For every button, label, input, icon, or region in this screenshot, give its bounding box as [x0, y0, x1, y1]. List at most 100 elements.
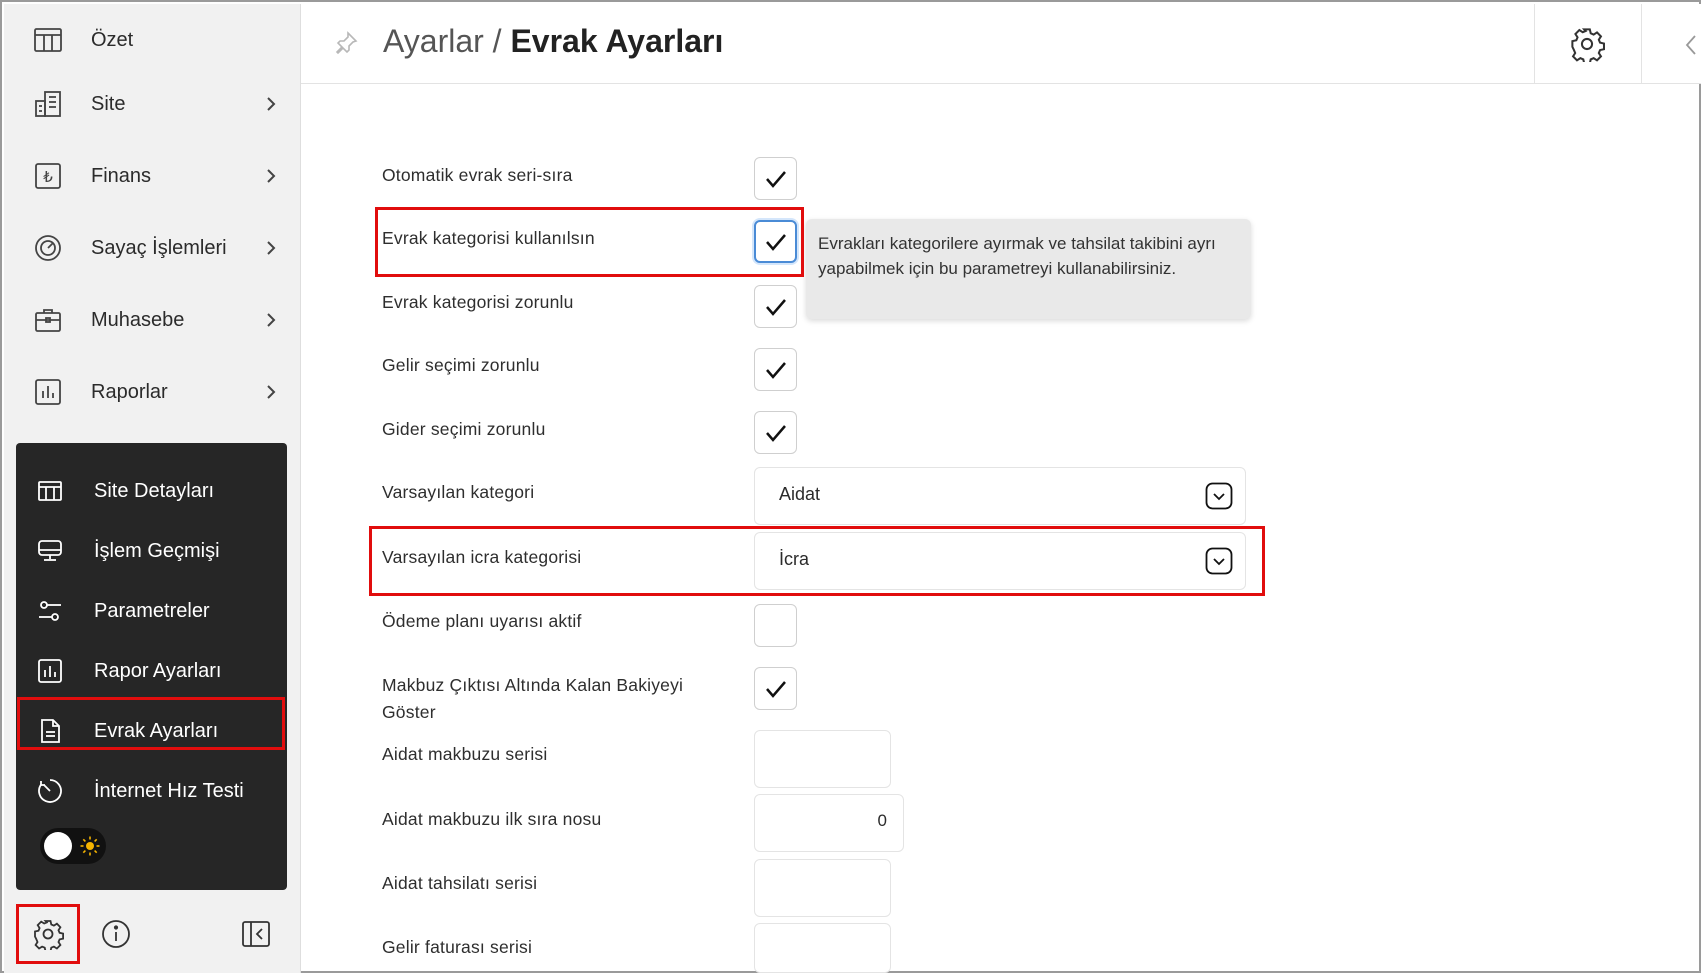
sidebar-bottom-bar: [4, 902, 301, 972]
sidebar-item-raporlar[interactable]: Raporlar: [4, 356, 301, 428]
submenu-item-rapor-ayarlari[interactable]: Rapor Ayarları: [16, 643, 287, 699]
page-header: Ayarlar / Evrak Ayarları: [301, 4, 1701, 84]
sidebar-item-label: Özet: [91, 28, 134, 51]
select-varsayilan-icra-kategorisi[interactable]: İcra: [754, 532, 1246, 590]
building-icon: [32, 88, 64, 120]
lira-icon: ₺: [32, 160, 64, 192]
submenu-item-label: Evrak Ayarları: [94, 719, 219, 742]
sidebar-item-label: Finans: [91, 164, 152, 187]
submenu-item-label: Site Detayları: [94, 479, 215, 502]
row-label: Aidat makbuzu ilk sıra nosu: [382, 809, 602, 829]
checkbox-makbuz-kalan-bakiye-goster[interactable]: [754, 667, 797, 710]
breadcrumb-current: Evrak Ayarları: [510, 23, 724, 59]
chevron-down-icon: [1205, 547, 1233, 575]
document-icon: [36, 717, 64, 745]
chevron-down-icon: [1205, 482, 1233, 510]
submenu-item-label: Rapor Ayarları: [94, 659, 222, 682]
row-label: Otomatik evrak seri-sıra: [382, 165, 573, 185]
briefcase-icon: [32, 304, 64, 336]
sidebar-item-finans[interactable]: ₺ Finans: [4, 140, 301, 212]
sidebar: Özet Site ₺ Finans Sayaç İşlemleri Muhas…: [4, 4, 301, 973]
bar-chart-icon: [36, 657, 64, 685]
chevron-left-icon[interactable]: [1681, 30, 1701, 60]
header-divider: [1641, 4, 1642, 84]
settings-submenu: Site Detayları İşlem Geçmişi Parametrele…: [16, 443, 287, 890]
toggle-knob: [44, 832, 72, 860]
submenu-item-parametreler[interactable]: Parametreler: [16, 583, 287, 639]
sidebar-item-label: Site: [91, 92, 126, 115]
checkbox-gelir-secimi-zorunlu[interactable]: [754, 348, 797, 391]
submenu-item-label: İnternet Hız Testi: [94, 779, 244, 802]
check-icon: [765, 233, 786, 251]
sidebar-item-label: Raporlar: [91, 380, 168, 403]
row-label: Gelir faturası serisi: [382, 937, 533, 957]
row-label: Aidat makbuzu serisi: [382, 744, 548, 764]
input-aidat-tahsilati-serisi[interactable]: [754, 859, 891, 917]
row-label: Gelir seçimi zorunlu: [382, 355, 540, 375]
bar-chart-icon: [32, 376, 64, 408]
sidebar-item-muhasebe[interactable]: Muhasebe: [4, 284, 301, 356]
header-gear-icon[interactable]: [1569, 26, 1605, 62]
check-icon: [765, 170, 786, 188]
table-icon: [36, 477, 64, 505]
info-button[interactable]: [94, 912, 138, 956]
row-label: Gider seçimi zorunlu: [382, 419, 546, 439]
submenu-item-islem-gecmisi[interactable]: İşlem Geçmişi: [16, 523, 287, 579]
settings-button[interactable]: [26, 912, 70, 956]
chevron-right-icon: [267, 385, 276, 399]
app-window: Özet Site ₺ Finans Sayaç İşlemleri Muhas…: [0, 0, 1701, 973]
select-varsayilan-kategori[interactable]: Aidat: [754, 467, 1246, 525]
select-value: Aidat: [779, 484, 821, 504]
check-icon: [765, 361, 786, 379]
pin-icon[interactable]: [333, 30, 359, 56]
row-label: Evrak kategorisi kullanılsın: [382, 228, 595, 248]
collapse-sidebar-button[interactable]: [234, 912, 278, 956]
sliders-icon: [36, 597, 64, 625]
check-icon: [765, 680, 786, 698]
sidebar-item-label: Sayaç İşlemleri: [91, 236, 227, 259]
gauge-icon: [32, 232, 64, 264]
table-icon: [32, 24, 64, 56]
breadcrumb-parent[interactable]: Ayarlar: [383, 23, 484, 59]
sidebar-item-site[interactable]: Site: [4, 68, 301, 140]
check-icon: [765, 424, 786, 442]
sidebar-item-sayac-islemleri[interactable]: Sayaç İşlemleri: [4, 212, 301, 284]
checkbox-evrak-kategorisi-kullanilsin[interactable]: [754, 220, 797, 263]
checkbox-gider-secimi-zorunlu[interactable]: [754, 411, 797, 454]
sidebar-item-label: Muhasebe: [91, 308, 185, 331]
row-label: Ödeme planı uyarısı aktif: [382, 611, 582, 631]
header-divider: [1534, 4, 1535, 84]
checkbox-odeme-plani-uyarisi-aktif[interactable]: [754, 604, 797, 647]
theme-toggle[interactable]: [40, 828, 106, 864]
check-icon: [765, 298, 786, 316]
info-icon: [102, 920, 130, 948]
submenu-item-site-detaylari[interactable]: Site Detayları: [16, 463, 287, 519]
submenu-item-label: İşlem Geçmişi: [94, 539, 220, 562]
checkbox-otomatik-evrak-seri-sira[interactable]: [754, 157, 797, 200]
breadcrumb-separator: /: [483, 23, 511, 59]
sidebar-item-ozet[interactable]: Özet: [4, 4, 301, 76]
chevron-right-icon: [267, 241, 276, 255]
monitor-icon: [36, 537, 64, 565]
submenu-item-evrak-ayarlari[interactable]: Evrak Ayarları: [16, 703, 287, 759]
row-label: Varsayılan icra kategorisi: [382, 547, 582, 567]
chevron-right-icon: [267, 97, 276, 111]
row-label: Varsayılan kategori: [382, 482, 535, 502]
select-value: İcra: [779, 549, 810, 569]
help-tooltip: Evrakları kategorilere ayırmak ve tahsil…: [806, 219, 1251, 319]
checkbox-evrak-kategorisi-zorunlu[interactable]: [754, 285, 797, 328]
row-label: Makbuz Çıktısı Altında Kalan Bakiyeyi: [382, 675, 684, 695]
speed-icon: [36, 777, 64, 805]
row-label: Aidat tahsilatı serisi: [382, 873, 538, 893]
page-title: Ayarlar / Evrak Ayarları: [383, 23, 723, 60]
input-aidat-makbuzu-ilk-sira-nosu[interactable]: 0: [754, 794, 904, 852]
chevron-right-icon: [267, 169, 276, 183]
svg-text:₺: ₺: [43, 168, 53, 186]
input-aidat-makbuzu-serisi[interactable]: [754, 730, 891, 788]
submenu-item-internet-hiz-testi[interactable]: İnternet Hız Testi: [16, 763, 287, 819]
row-label-continued: Göster: [382, 702, 436, 722]
row-label: Evrak kategorisi zorunlu: [382, 292, 574, 312]
gear-icon: [34, 920, 64, 950]
submenu-item-label: Parametreler: [94, 599, 210, 622]
input-gelir-faturasi-serisi[interactable]: [754, 923, 891, 973]
